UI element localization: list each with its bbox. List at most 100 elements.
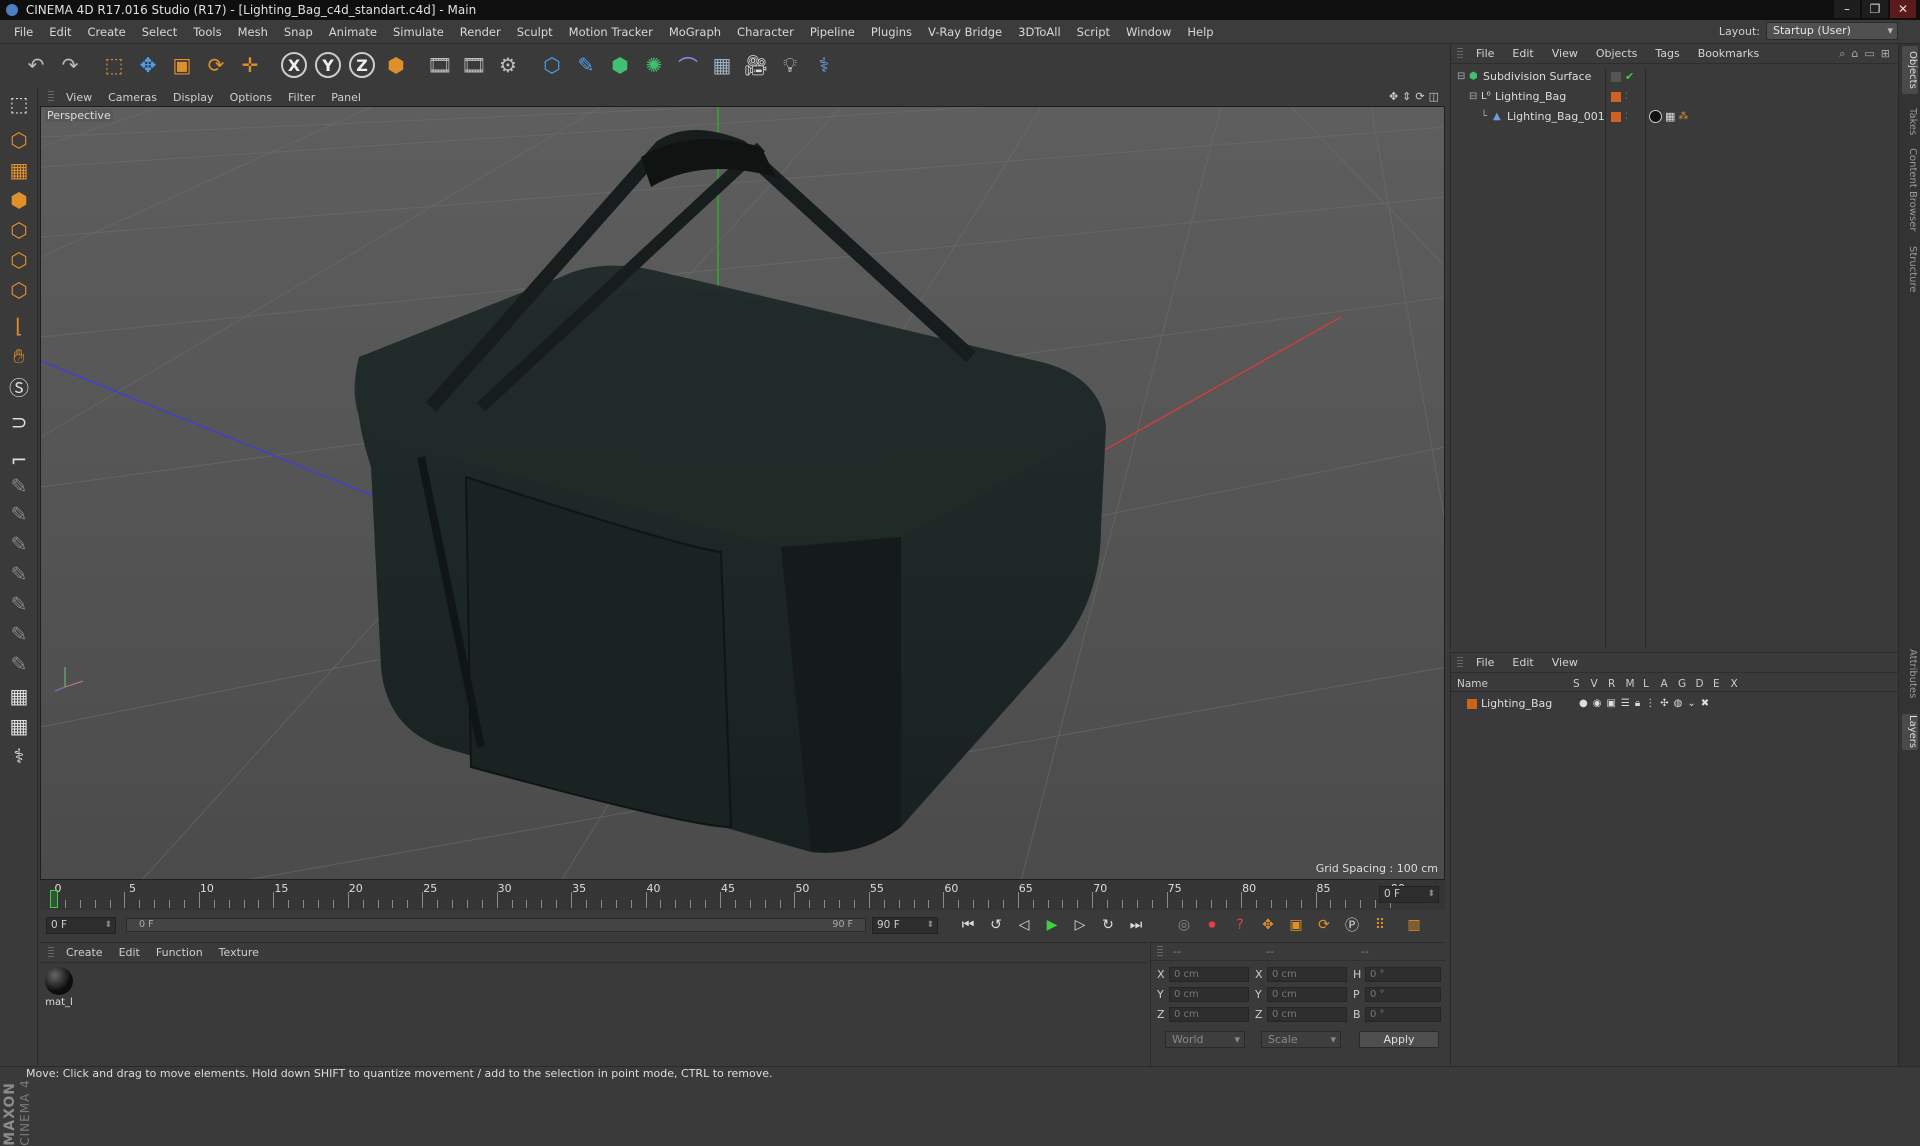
object-menu-edit[interactable]: Edit xyxy=(1503,47,1542,60)
go-to-start-button[interactable]: ⏮ xyxy=(956,913,980,937)
object-row[interactable]: └ ▲ Lighting_Bag_001 ⁚ ▦ ⁂ xyxy=(1451,108,1899,125)
layer-column-e[interactable]: E xyxy=(1713,678,1720,690)
layer-lock-icon[interactable]: 🔒︎ xyxy=(1635,698,1640,709)
menu-create[interactable]: Create xyxy=(80,20,134,44)
move-button[interactable]: ✥ xyxy=(132,48,164,82)
model-mode-button[interactable]: ⬡ xyxy=(3,124,35,156)
render-picture-viewer-button[interactable]: 🎞︎ xyxy=(458,48,490,82)
python-script-button[interactable]: ⚕ xyxy=(3,740,35,772)
object-menu-bookmarks[interactable]: Bookmarks xyxy=(1689,47,1768,60)
layer-xrefs-icon[interactable]: ✖ xyxy=(1701,698,1709,709)
layer-animation-icon[interactable]: ⋮ xyxy=(1645,698,1655,709)
polygons-mode-button[interactable]: ⬡ xyxy=(3,274,35,306)
coordinate-system-button[interactable]: ⬢ xyxy=(380,48,412,82)
paint-3-button[interactable]: ✎ xyxy=(3,528,35,560)
menu-simulate[interactable]: Simulate xyxy=(385,20,452,44)
go-to-previous-key-button[interactable]: ↺ xyxy=(984,913,1008,937)
snap-button[interactable]: Ⓢ xyxy=(3,370,35,402)
tree-expander-icon[interactable]: └ xyxy=(1481,111,1491,122)
new-view-icon[interactable]: ▭ xyxy=(1864,47,1874,61)
side-tab-content-browser[interactable]: Content Browser xyxy=(1902,148,1918,232)
solo-hierarchy-button[interactable]: ▦ xyxy=(3,710,35,742)
paint-4-button[interactable]: ✎ xyxy=(3,558,35,590)
coord-size-field[interactable]: 0 cm xyxy=(1267,967,1347,982)
viewport-rotate-icon[interactable]: ⟳ xyxy=(1415,90,1424,103)
layer-visible-icon[interactable]: ◉ xyxy=(1593,698,1602,709)
light-button[interactable]: 💡︎ xyxy=(774,48,806,82)
paint-5-button[interactable]: ✎ xyxy=(3,588,35,620)
material-tag-icon[interactable] xyxy=(1649,110,1662,123)
viewport-zoom-icon[interactable]: ⇕ xyxy=(1402,90,1411,103)
scale-key-button[interactable]: ▣ xyxy=(1284,913,1308,937)
coord-position-field[interactable]: 0 cm xyxy=(1169,987,1249,1002)
autokeying-button[interactable]: ⏺ xyxy=(1200,913,1224,937)
material-slot[interactable]: mat_l xyxy=(44,967,74,1008)
material-menu-function[interactable]: Function xyxy=(148,946,211,959)
enabled-check-icon[interactable]: ✔ xyxy=(1625,70,1634,83)
solo-button[interactable]: ▦ xyxy=(3,680,35,712)
layer-row[interactable]: Lighting_Bag ● ◉ ▣ ☰ 🔒︎ ⋮ ✣ ◍ ⌄ ✖ xyxy=(1451,695,1899,712)
material-menu-edit[interactable]: Edit xyxy=(111,946,148,959)
layer-column-g[interactable]: G xyxy=(1678,678,1686,690)
menu-file[interactable]: File xyxy=(6,20,41,44)
next-frame-button[interactable]: ▷ xyxy=(1068,913,1092,937)
layer-column-a[interactable]: A xyxy=(1661,678,1668,690)
go-to-end-button[interactable]: ⏭ xyxy=(1124,913,1148,937)
python-button[interactable]: ⚕ xyxy=(808,48,840,82)
y-axis-button[interactable]: Y xyxy=(312,48,344,82)
menu-animate[interactable]: Animate xyxy=(321,20,385,44)
timeline-playhead[interactable] xyxy=(50,890,58,908)
layout-select[interactable]: Startup (User) xyxy=(1766,22,1898,40)
rotation-key-button[interactable]: ⟳ xyxy=(1312,913,1336,937)
deformer-button[interactable]: ⌒ xyxy=(672,48,704,82)
x-axis-button[interactable]: X xyxy=(278,48,310,82)
rotate-button[interactable]: ⟳ xyxy=(200,48,232,82)
point-level-key-button[interactable]: ⠿ xyxy=(1368,913,1392,937)
side-tab-structure[interactable]: Structure xyxy=(1902,244,1918,294)
object-menu-view[interactable]: View xyxy=(1543,47,1587,60)
layer-menu-edit[interactable]: Edit xyxy=(1503,656,1542,669)
go-to-next-key-button[interactable]: ↻ xyxy=(1096,913,1120,937)
coord-rotation-field[interactable]: 0 ° xyxy=(1365,1007,1441,1022)
position-key-button[interactable]: ✥ xyxy=(1256,913,1280,937)
layer-menu-view[interactable]: View xyxy=(1543,656,1587,669)
pen-spline-button[interactable]: ✎ xyxy=(570,48,602,82)
home-icon[interactable]: ⌂ xyxy=(1851,47,1858,61)
z-axis-button[interactable]: Z xyxy=(346,48,378,82)
coordinate-mode-select[interactable]: World xyxy=(1165,1031,1245,1048)
side-tab-layers[interactable]: Layers xyxy=(1902,714,1918,750)
menu-v-ray-bridge[interactable]: V-Ray Bridge xyxy=(920,20,1010,44)
maximize-button[interactable]: ❐ xyxy=(1862,0,1888,18)
material-menu-texture[interactable]: Texture xyxy=(211,946,267,959)
coord-rotation-field[interactable]: 0 ° xyxy=(1365,967,1441,982)
timeline-layout-button[interactable]: ▥ xyxy=(1402,913,1426,937)
menu-mesh[interactable]: Mesh xyxy=(230,20,276,44)
viewport-perspective[interactable]: Perspective Grid Spacing : 100 cm xyxy=(40,106,1445,880)
coord-position-field[interactable]: 0 cm xyxy=(1169,1007,1249,1022)
menu-edit[interactable]: Edit xyxy=(41,20,79,44)
layer-manager-icon[interactable]: ☰ xyxy=(1621,698,1630,709)
axis-mode-button[interactable]: ⌊ xyxy=(3,310,35,342)
object-row[interactable]: ⊟ L⁰ Lighting_Bag ⁚ xyxy=(1451,88,1899,105)
camera-button[interactable]: 🎥︎ xyxy=(740,48,772,82)
layer-column-x[interactable]: X xyxy=(1731,678,1738,690)
layer-column-name[interactable]: Name xyxy=(1457,678,1488,690)
frame-range-slider[interactable]: 0 F 90 F xyxy=(126,918,866,932)
magnet-button[interactable]: ⊃ xyxy=(3,406,35,438)
menu-select[interactable]: Select xyxy=(134,20,185,44)
uvw-tag-icon[interactable]: ▦ xyxy=(1665,110,1675,123)
viewport-menu-cameras[interactable]: Cameras xyxy=(100,91,165,104)
points-mode-button[interactable]: ⬡ xyxy=(3,214,35,246)
menu-sculpt[interactable]: Sculpt xyxy=(509,20,561,44)
material-menu-create[interactable]: Create xyxy=(58,946,111,959)
close-button[interactable]: ✕ xyxy=(1890,0,1916,18)
maximize-panel-icon[interactable]: ⊞ xyxy=(1881,47,1890,61)
end-frame-field[interactable]: 90 F xyxy=(872,916,938,934)
object-menu-file[interactable]: File xyxy=(1467,47,1503,60)
coord-size-field[interactable]: 0 cm xyxy=(1267,987,1347,1002)
render-view-button[interactable]: 🎞︎ xyxy=(424,48,456,82)
coord-position-field[interactable]: 0 cm xyxy=(1169,967,1249,982)
coord-rotation-field[interactable]: 0 ° xyxy=(1365,987,1441,1002)
layer-column-l[interactable]: L xyxy=(1643,678,1649,690)
menu-plugins[interactable]: Plugins xyxy=(863,20,920,44)
